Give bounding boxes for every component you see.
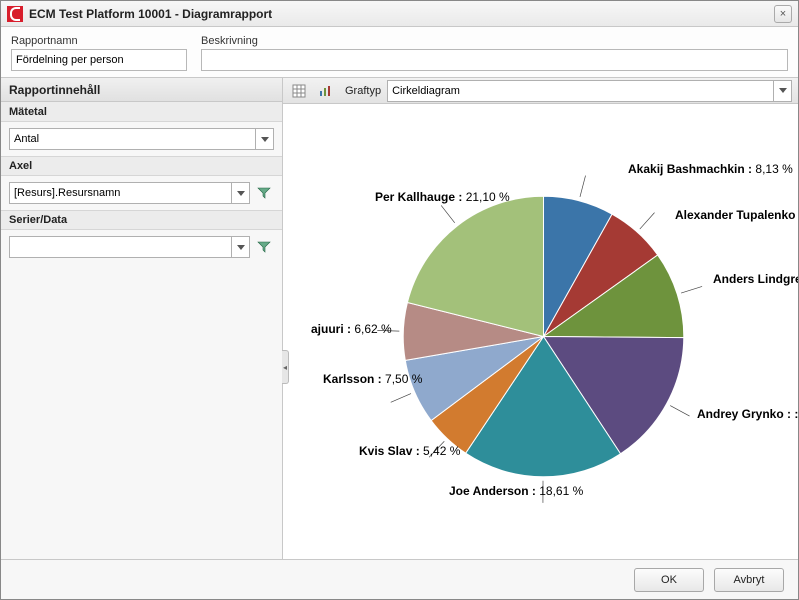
- measure-combo[interactable]: Antal: [9, 128, 274, 150]
- axis-combo[interactable]: [Resurs].Resursnamn: [9, 182, 250, 204]
- chart-slice-label: Kvis Slav : 5,42 %: [359, 444, 460, 458]
- series-row: [1, 230, 282, 264]
- report-content-header: Rapportinnehåll: [1, 78, 282, 102]
- chart-view-icon[interactable]: [315, 81, 335, 101]
- chevron-down-icon: [773, 81, 791, 101]
- cancel-button[interactable]: Avbryt: [714, 568, 784, 592]
- report-name-field: Rapportnamn: [11, 35, 187, 71]
- chevron-down-icon: [231, 183, 249, 203]
- report-name-input[interactable]: [11, 49, 187, 71]
- measure-header: Mätetal: [1, 102, 282, 122]
- description-field: Beskrivning: [201, 35, 788, 71]
- description-label: Beskrivning: [201, 35, 788, 47]
- measure-row: Antal: [1, 122, 282, 156]
- chart-slice-label: Andrey Grynko : :: [697, 407, 798, 421]
- measure-value: Antal: [14, 133, 255, 145]
- report-name-label: Rapportnamn: [11, 35, 187, 47]
- axis-value: [Resurs].Resursnamn: [14, 187, 231, 199]
- header-fields: Rapportnamn Beskrivning: [1, 27, 798, 77]
- main-pane: Graftyp Cirkeldiagram Akakij Bashmachkin…: [283, 78, 798, 559]
- chart-slice-label: Per Kallhauge : 21,10 %: [375, 190, 510, 204]
- chart-toolbar: Graftyp Cirkeldiagram: [283, 78, 798, 104]
- chart-slice-label: Joe Anderson : 18,61 %: [449, 484, 583, 498]
- graftyp-value: Cirkeldiagram: [392, 85, 773, 97]
- app-logo-icon: [7, 6, 23, 22]
- series-combo[interactable]: [9, 236, 250, 258]
- chart-slice-label: Anders Lindgre :: [713, 272, 798, 286]
- title-bar: ECM Test Platform 10001 - Diagramrapport…: [1, 1, 798, 27]
- ok-button[interactable]: OK: [634, 568, 704, 592]
- close-button[interactable]: ×: [774, 5, 792, 23]
- axis-filter-icon[interactable]: [254, 183, 274, 203]
- axis-header: Axel: [1, 156, 282, 176]
- axis-row: [Resurs].Resursnamn: [1, 176, 282, 210]
- chart-slice-label: Alexander Tupalenko : :: [675, 208, 798, 222]
- chevron-down-icon: [255, 129, 273, 149]
- graftyp-label: Graftyp: [345, 85, 381, 97]
- series-filter-icon[interactable]: [254, 237, 274, 257]
- graftyp-combo[interactable]: Cirkeldiagram: [387, 80, 792, 102]
- splitter-handle[interactable]: ◂: [282, 350, 289, 384]
- chart-slice-label: Karlsson : 7,50 %: [323, 372, 422, 386]
- dialog-footer: OK Avbryt: [1, 559, 798, 599]
- content-area: Rapportinnehåll Mätetal Antal Axel [Resu…: [1, 77, 798, 559]
- chart-slice-label: ajuuri : 6,62 %: [311, 322, 392, 336]
- chart-area: Akakij Bashmachkin : 8,13 % Alexander Tup…: [283, 104, 798, 559]
- chevron-down-icon: [231, 237, 249, 257]
- table-view-icon[interactable]: [289, 81, 309, 101]
- chart-slice-label: Akakij Bashmachkin : 8,13 %: [628, 162, 793, 176]
- window-title: ECM Test Platform 10001 - Diagramrapport: [29, 7, 774, 21]
- series-header: Serier/Data: [1, 210, 282, 230]
- dialog-window: ECM Test Platform 10001 - Diagramrapport…: [0, 0, 799, 600]
- description-input[interactable]: [201, 49, 788, 71]
- sidebar: Rapportinnehåll Mätetal Antal Axel [Resu…: [1, 78, 283, 559]
